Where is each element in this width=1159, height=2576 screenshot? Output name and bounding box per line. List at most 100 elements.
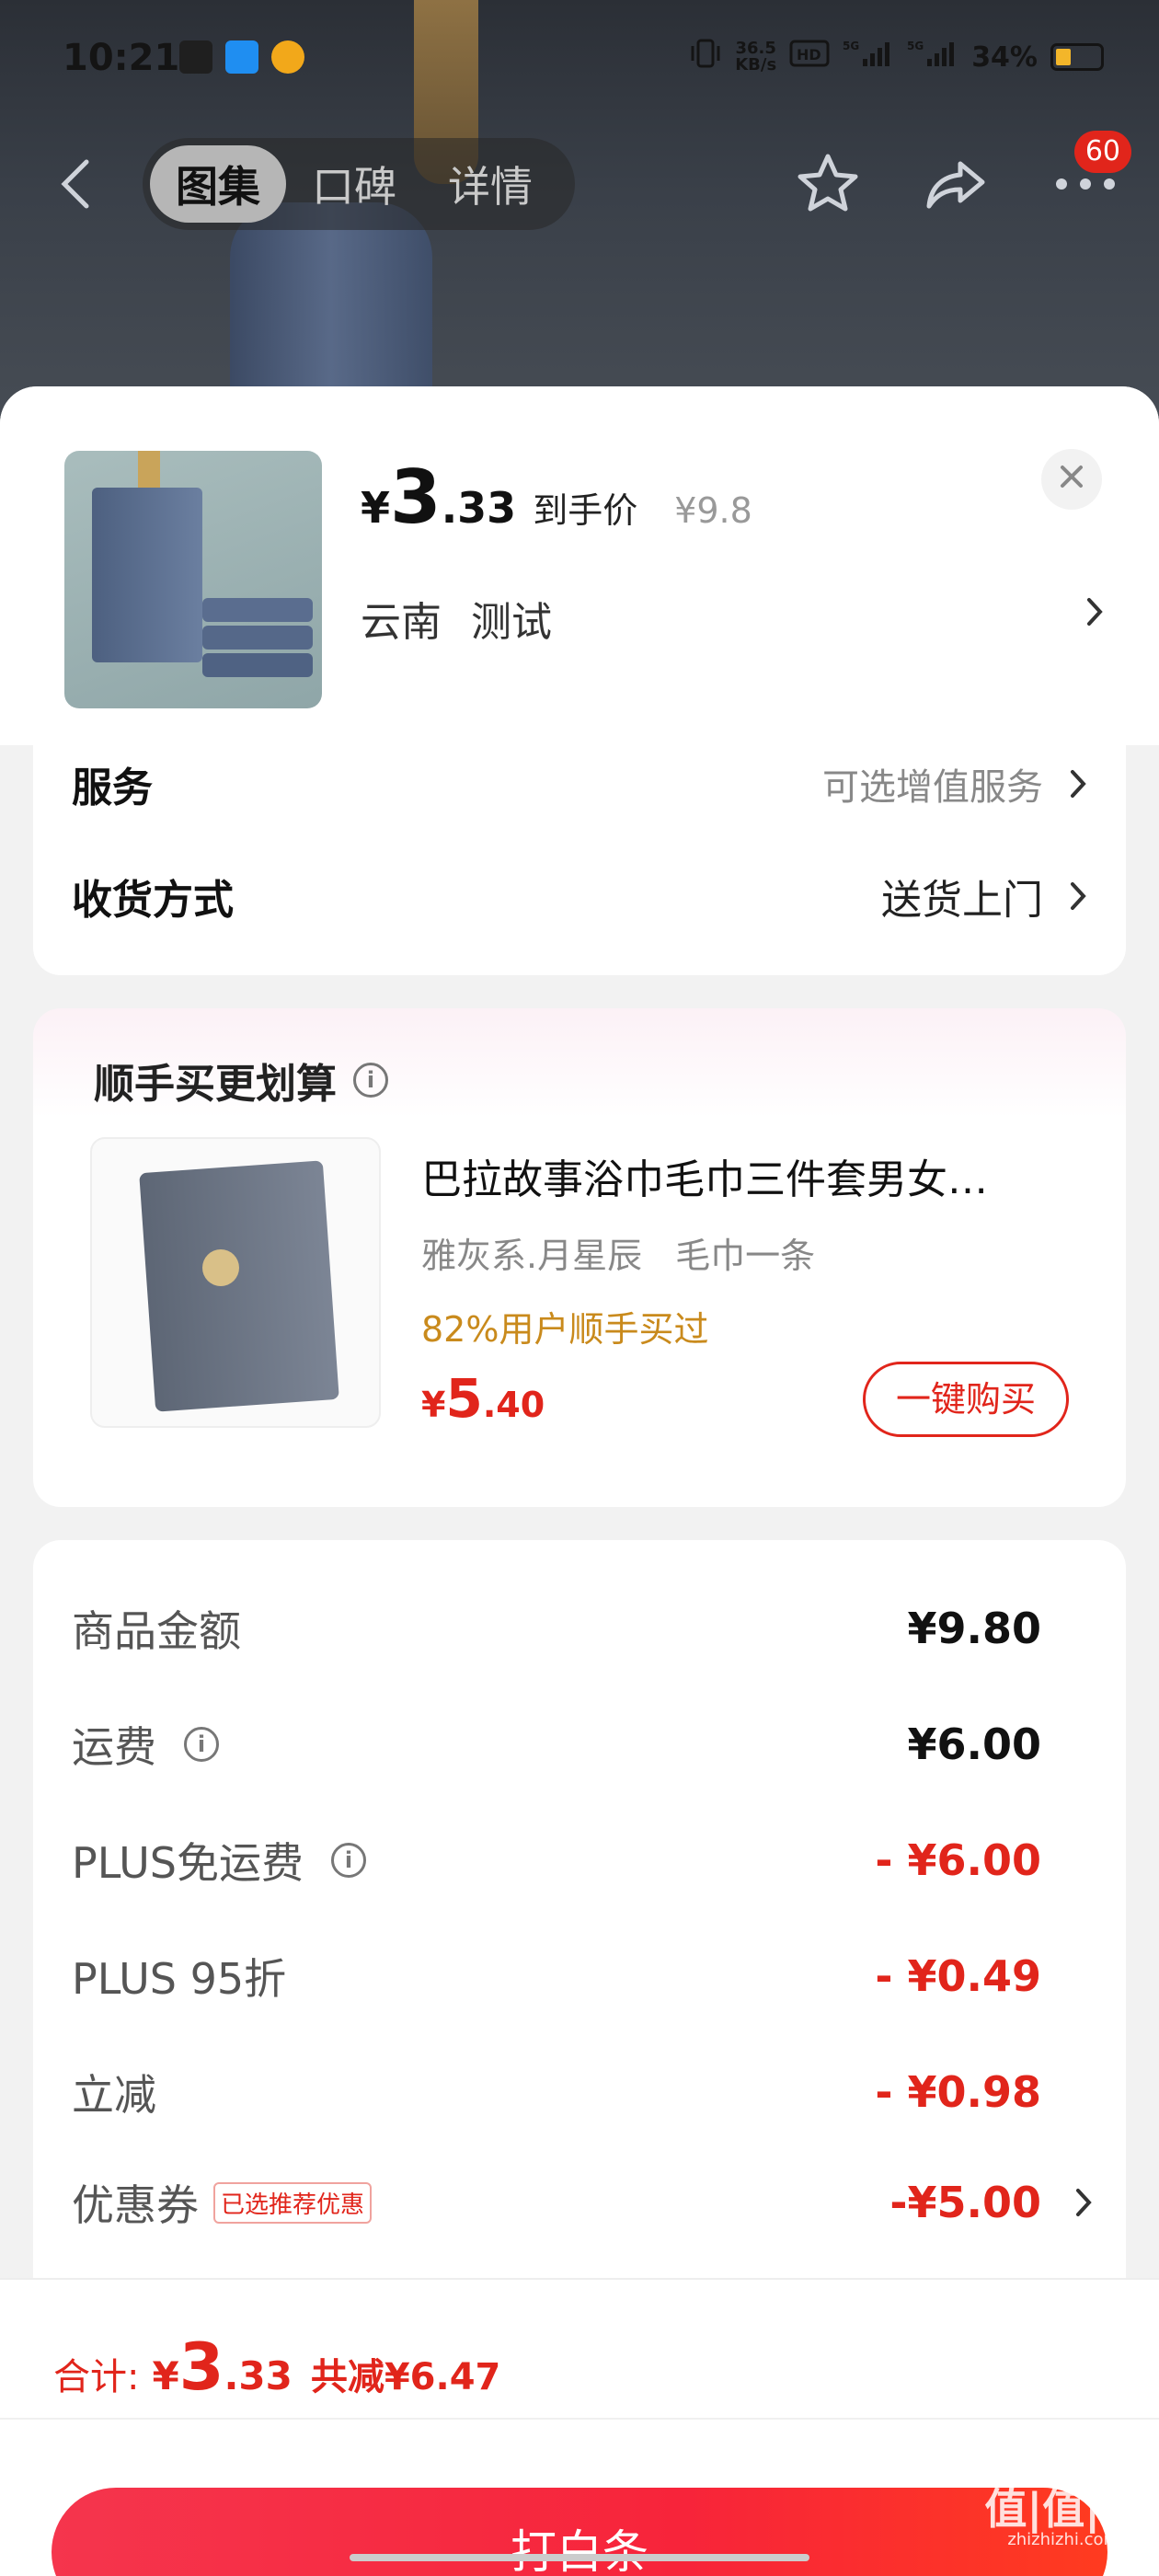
info-icon[interactable]: i: [184, 1727, 219, 1762]
summary-label: 立减: [72, 2070, 156, 2120]
thumb-folded-towel: [202, 626, 313, 650]
summary-row-coupon[interactable]: 优惠券 已选推荐优惠 -¥5.00: [72, 2166, 1092, 2239]
vibrate-icon: [689, 39, 722, 75]
delivery-label: 收货方式: [72, 877, 234, 924]
summary-row-instant-discount: 立减 - ¥0.98: [72, 2055, 1041, 2129]
summary-row-subtotal: 商品金额 ¥9.80: [72, 1592, 1041, 1665]
thumb-hanging-towel: [92, 488, 202, 662]
back-icon: [61, 159, 89, 209]
total-summary: 合计: ¥ 3 .33 共减¥6.47: [53, 2329, 500, 2405]
summary-label: PLUS 95折: [72, 1954, 287, 2004]
signal-5g-icon-2: 5G: [907, 39, 958, 75]
summary-value: - ¥0.98: [875, 2067, 1041, 2117]
total-currency: ¥: [152, 2353, 179, 2398]
bundle-product-image[interactable]: [90, 1137, 381, 1428]
product-header: ¥ 3 .33 到手价 ¥9.8 云南 测试: [0, 386, 1159, 745]
service-label: 服务: [72, 765, 153, 811]
svg-text:5G: 5G: [907, 40, 924, 52]
weibo-icon: [271, 40, 304, 74]
thumb-folded-towel: [202, 598, 313, 622]
info-icon[interactable]: i: [353, 1063, 388, 1098]
summary-row-plus-free-shipping: PLUS免运费 i - ¥6.00: [72, 1823, 1041, 1897]
pay-button[interactable]: 打白条: [52, 2488, 1107, 2576]
svg-text:5G: 5G: [843, 40, 859, 52]
bundle-title: 顺手买更划算: [94, 1061, 337, 1108]
service-row[interactable]: 服务 可选增值服务: [72, 747, 1087, 821]
share-button[interactable]: [920, 147, 993, 221]
service-value-group: 可选增值服务: [822, 757, 1087, 811]
service-value: 可选增值服务: [822, 766, 1043, 809]
original-price: ¥9.8: [674, 490, 752, 531]
bundle-product-name[interactable]: 巴拉故事浴巾毛巾三件套男女…: [421, 1146, 1084, 1205]
ting-icon: [179, 40, 212, 74]
hd-icon: HD: [789, 40, 830, 75]
battery-icon: [1050, 43, 1104, 71]
price-currency: ¥: [361, 483, 391, 533]
bundle-towel-graphic: [139, 1160, 339, 1412]
bundle-price-decimal: .40: [482, 1385, 545, 1425]
chevron-right-icon: [1071, 770, 1086, 798]
bundle-title-group: 顺手买更划算 i: [94, 1051, 388, 1110]
watermark-sub: zhizhizhi.com: [1007, 2530, 1120, 2549]
checkout-footer: 合计: ¥ 3 .33 共减¥6.47 打白条 值|值|值 zhizhizhi.…: [0, 2278, 1159, 2576]
summary-label: 商品金额: [72, 1606, 241, 1656]
watermark: 值|值|值 zhizhizhi.com: [984, 2488, 1142, 2550]
summary-value: ¥6.00: [907, 1719, 1041, 1769]
summary-value: ¥9.80: [907, 1604, 1041, 1653]
summary-value: - ¥0.49: [875, 1951, 1041, 2001]
summary-label: 优惠券: [72, 2180, 199, 2230]
close-icon: [1061, 466, 1083, 488]
bundle-moon-graphic: [202, 1249, 239, 1286]
close-button[interactable]: [1041, 449, 1102, 510]
star-icon: [798, 154, 858, 212]
bundle-spec-item: 毛巾一条: [675, 1236, 816, 1276]
summary-label-group: 优惠券 已选推荐优惠: [72, 2172, 373, 2233]
tab-reviews[interactable]: 口碑: [286, 145, 422, 223]
tab-details[interactable]: 详情: [422, 145, 558, 223]
bundle-spec-color: 雅灰系.月星辰: [421, 1236, 643, 1276]
summary-row-shipping: 运费 i ¥6.00: [72, 1708, 1041, 1781]
share-icon: [926, 161, 985, 209]
summary-value: -¥5.00: [889, 2178, 1041, 2227]
chevron-right-icon[interactable]: [1085, 591, 1104, 638]
total-integer: 3: [178, 2329, 224, 2405]
tab-gallery[interactable]: 图集: [150, 145, 286, 223]
more-icon: [1056, 178, 1115, 190]
info-icon[interactable]: i: [330, 1843, 366, 1878]
tab-bar: 图集 口碑 详情: [143, 138, 575, 230]
product-thumbnail[interactable]: [64, 451, 322, 708]
more-button[interactable]: 60: [1049, 131, 1131, 221]
summary-label-group: 运费 i: [72, 1714, 219, 1775]
total-label: 合计:: [53, 2356, 140, 2398]
one-click-buy-button[interactable]: 一键购买: [863, 1362, 1069, 1437]
svg-text:HD: HD: [797, 46, 821, 63]
price-decimal: .33: [441, 483, 517, 533]
address-selector[interactable]: 云南 测试: [361, 589, 552, 648]
chevron-right-icon: [1071, 882, 1086, 910]
price-tag: 到手价: [533, 490, 638, 531]
watermark-main: 值|值|值: [984, 2484, 1142, 2534]
summary-row-plus-discount: PLUS 95折 - ¥0.49: [72, 1939, 1041, 2013]
net-speed: 36.5 KB/s: [735, 40, 776, 74]
back-button[interactable]: [57, 156, 112, 212]
home-indicator[interactable]: [350, 2554, 809, 2561]
status-app-icons: [179, 40, 304, 74]
status-bar: 10:21 36.5 KB/s HD 5G 5G 34%: [0, 0, 1159, 120]
summary-label: 运费: [72, 1722, 156, 1772]
total-decimal: .33: [224, 2353, 293, 2398]
bundle-spec: 雅灰系.月星辰 毛巾一条: [421, 1227, 815, 1278]
coupon-tag: 已选推荐优惠: [213, 2181, 373, 2224]
bundle-price-integer: 5: [445, 1367, 483, 1430]
delivery-row[interactable]: 收货方式 送货上门: [72, 859, 1087, 933]
footer-divider: [0, 2418, 1159, 2420]
price-integer: 3: [390, 454, 442, 540]
price-summary-card: 商品金额 ¥9.80 运费 i ¥6.00 PLUS免运费 i - ¥6.00 …: [33, 1540, 1126, 2331]
top-nav: 图集 口碑 详情 60: [0, 131, 1159, 230]
nav-actions: 60: [791, 131, 1131, 221]
bundle-buy-rate: 82%用户顺手买过: [421, 1309, 709, 1350]
net-speed-unit: KB/s: [735, 55, 777, 75]
total-savings: 共减¥6.47: [310, 2356, 501, 2398]
summary-label-group: PLUS免运费 i: [72, 1830, 366, 1891]
delivery-value: 送货上门: [881, 877, 1043, 924]
favorite-button[interactable]: [791, 147, 865, 221]
